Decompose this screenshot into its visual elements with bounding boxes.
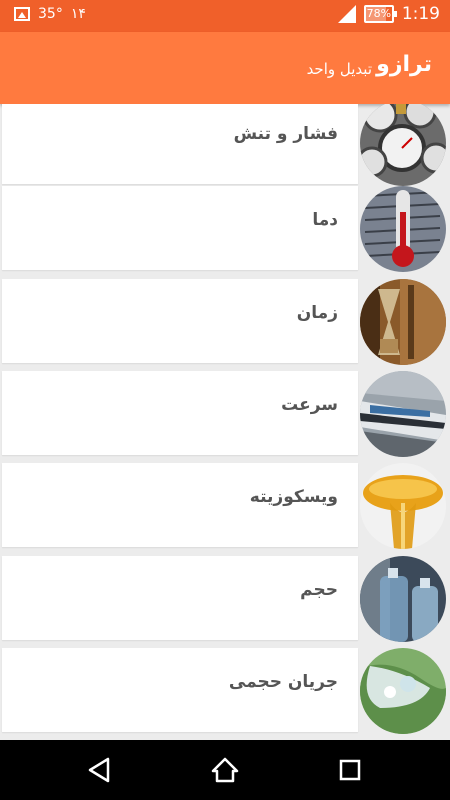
water-flow-image (360, 648, 446, 734)
list-item-time[interactable]: زمان (0, 277, 450, 365)
list-item-label: حجم (300, 580, 338, 600)
navigation-bar (0, 740, 450, 800)
list-item-volume[interactable]: حجم (0, 554, 450, 642)
list-item-speed[interactable]: سرعت (0, 369, 450, 457)
water-bottles-image (360, 556, 446, 642)
battery-icon: 78% (363, 5, 397, 23)
list-item-viscosity[interactable]: ویسکوزیته (0, 461, 450, 549)
list-item-card[interactable] (2, 186, 358, 270)
recents-icon[interactable] (336, 756, 364, 784)
app-bar: ترازو تبدیل واحد (0, 32, 450, 104)
temperature: 35° (38, 6, 63, 22)
thermometer-image (360, 186, 446, 272)
list-item-card[interactable] (2, 104, 358, 184)
home-icon[interactable] (211, 756, 239, 784)
train-image (360, 371, 446, 457)
list-item-label: ویسکوزیته (249, 487, 338, 507)
list-item-label: سرعت (281, 395, 338, 415)
notification-number: ۱۴ (70, 6, 86, 22)
hourglass-image (360, 279, 446, 365)
list-item-label: دما (312, 210, 338, 230)
unit-category-list[interactable]: فشار و تنش دما زمان سرعت ویسکوزیته حجم ج… (0, 104, 450, 740)
signal-icon (337, 5, 356, 23)
list-item-pressure[interactable]: فشار و تنش (0, 104, 450, 186)
status-bar: 35° ۱۴ 78% 1:19 (0, 0, 450, 32)
app-subtitle: تبدیل واحد (306, 60, 372, 78)
list-item-label: جریان حجمی (228, 672, 338, 692)
gallery-notification-icon (14, 7, 30, 21)
list-item-label: زمان (296, 303, 338, 323)
honey-image (360, 463, 446, 549)
back-icon[interactable] (86, 756, 114, 784)
clock: 1:19 (401, 4, 440, 24)
list-item-label: فشار و تنش (233, 124, 338, 144)
battery-level: 78% (366, 7, 392, 20)
list-item-temperature[interactable]: دما (0, 184, 450, 272)
list-item-volume-flow[interactable]: جریان حجمی (0, 646, 450, 734)
app-title: ترازو (376, 52, 432, 77)
pressure-gauges-image (360, 104, 446, 186)
